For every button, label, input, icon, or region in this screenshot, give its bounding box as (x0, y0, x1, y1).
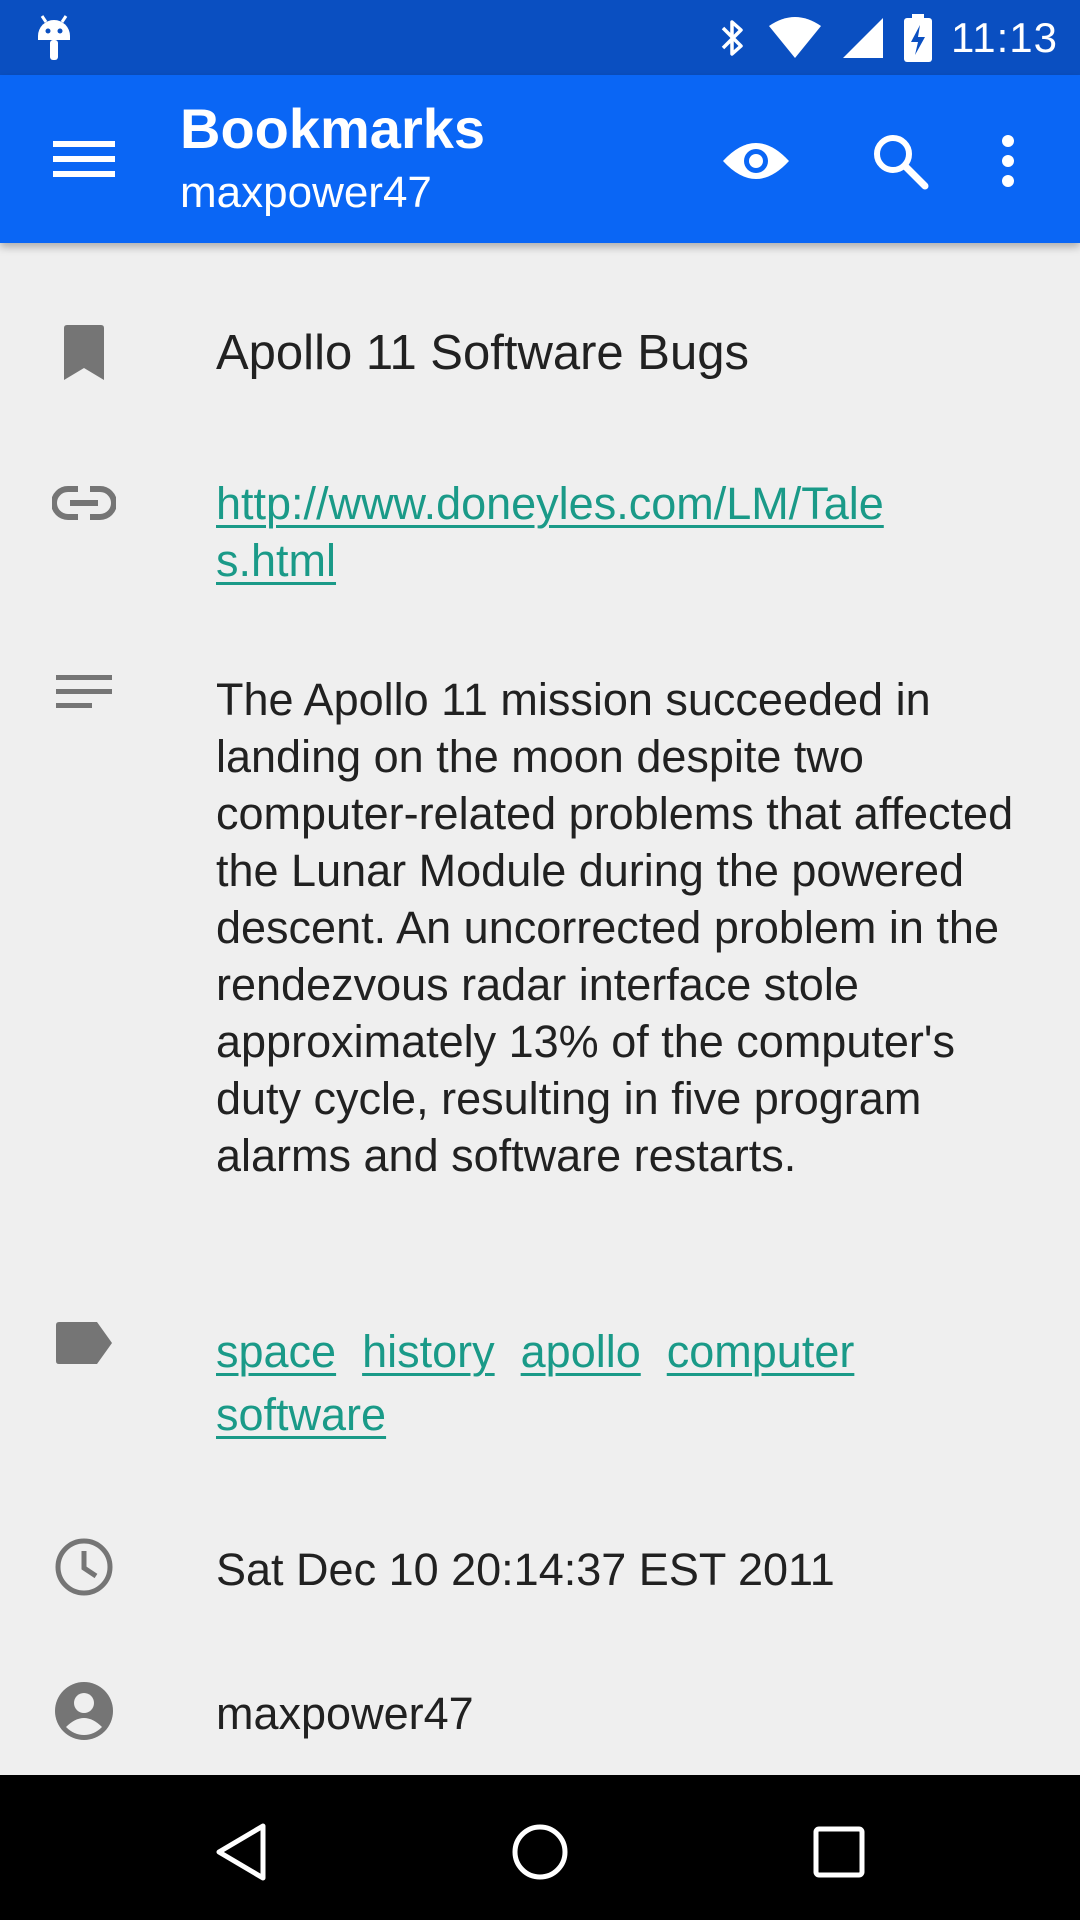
bookmark-description: The Apollo 11 mission succeeded in landi… (216, 674, 1014, 1181)
tag-link[interactable]: computer (667, 1323, 855, 1380)
bookmark-detail: Apollo 11 Software Bugs http://www.doney… (0, 243, 1080, 1775)
wifi-icon (767, 16, 823, 60)
eye-icon[interactable] (716, 121, 796, 201)
navigation-bar (0, 1775, 1080, 1920)
link-icon (48, 467, 120, 539)
signal-icon (841, 16, 885, 60)
app-bar: Bookmarks maxpower47 (0, 75, 1080, 243)
back-icon[interactable] (196, 1807, 286, 1897)
clock-time: 11:13 (951, 13, 1058, 61)
tag-link[interactable]: history (362, 1323, 495, 1380)
battery-charging-icon (903, 13, 933, 63)
bookmark-url-link[interactable]: http://www.doneyles.com/LM/Tales.html (216, 475, 916, 589)
tag-link[interactable]: space (216, 1323, 336, 1380)
page-subtitle: maxpower47 (180, 168, 432, 217)
tag-list: space history apollo computer software (216, 1323, 1036, 1443)
recents-icon[interactable] (794, 1807, 884, 1897)
bookmark-user: maxpower47 (216, 1688, 474, 1739)
tag-link[interactable]: apollo (521, 1323, 641, 1380)
tag-icon (48, 1307, 120, 1379)
clock-icon (48, 1531, 120, 1603)
status-bar: 11:13 (0, 0, 1080, 75)
bookmark-icon (48, 317, 120, 389)
more-vert-icon[interactable] (968, 121, 1048, 201)
account-circle-icon (48, 1675, 120, 1747)
bookmark-date: Sat Dec 10 20:14:37 EST 2011 (216, 1544, 835, 1595)
notes-icon (48, 657, 120, 729)
android-debug-icon (34, 14, 74, 62)
bookmark-title: Apollo 11 Software Bugs (216, 326, 749, 380)
page-title: Bookmarks (180, 97, 486, 160)
menu-icon[interactable] (40, 121, 128, 197)
tag-link[interactable]: software (216, 1386, 386, 1443)
search-icon[interactable] (860, 121, 940, 201)
home-icon[interactable] (495, 1807, 585, 1897)
bluetooth-icon (715, 16, 749, 60)
